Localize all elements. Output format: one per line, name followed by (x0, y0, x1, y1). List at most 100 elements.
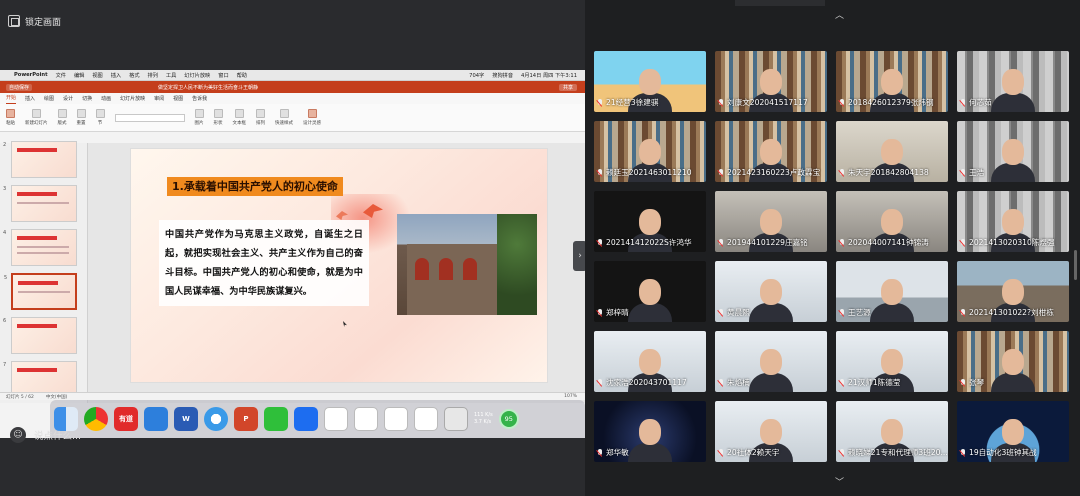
tab-insert[interactable]: 插入 (25, 95, 35, 104)
reset-button[interactable]: 重置 (76, 109, 86, 126)
menu-item[interactable]: 排列 (148, 72, 158, 79)
participant-name-tag: 朱焰楠 (718, 377, 750, 388)
safari-icon[interactable] (204, 407, 228, 431)
upload-speed: 111 K/s (474, 412, 493, 418)
tab-view[interactable]: 视图 (173, 95, 183, 104)
lock-screen-button[interactable]: 锁定画面 (8, 13, 61, 29)
menu-item[interactable]: 幻灯片放映 (184, 72, 210, 79)
chevron-down-icon[interactable]: ﹀ (835, 475, 844, 488)
participant-tile[interactable]: 202141301022?刘柑栋 (957, 261, 1069, 322)
participant-tile[interactable]: 202141412022S许鸿华 (594, 191, 706, 252)
menu-item[interactable]: 视图 (92, 72, 102, 79)
person-face (760, 69, 782, 95)
menu-item[interactable]: 工具 (166, 72, 176, 79)
tab-tell-me[interactable]: 告诉我 (192, 95, 207, 104)
shapes-button[interactable]: 形状 (213, 109, 223, 126)
participant-tile[interactable]: 202044007141钟锦涛 (836, 191, 948, 252)
menu-item[interactable]: 窗口 (218, 72, 228, 79)
quick-styles-button[interactable]: 快速样式 (275, 109, 293, 126)
slide-photo[interactable] (397, 214, 537, 315)
powerpoint-icon[interactable]: P (234, 407, 258, 431)
menu-item[interactable]: 文件 (56, 72, 66, 79)
language-indicator[interactable]: 中文(中国) (46, 394, 68, 400)
share-doc-button[interactable]: 共享 (558, 83, 577, 91)
participant-tile[interactable]: 沈家浩202043701117 (594, 331, 706, 392)
ribbon-label: 设计灵感 (303, 121, 321, 126)
document-icon[interactable] (384, 407, 408, 431)
section-button[interactable]: 节 (95, 109, 105, 126)
layout-button[interactable]: 版式 (57, 109, 67, 126)
participant-tile[interactable]: 朱天宇201842804138 (836, 121, 948, 182)
document-icon[interactable] (354, 407, 378, 431)
participant-tile[interactable]: 王艺源 (836, 261, 948, 322)
tab-draw[interactable]: 绘图 (44, 95, 54, 104)
participant-tile[interactable]: 201944101229庄嘉铭 (715, 191, 827, 252)
slide-title[interactable]: 1.承载着中国共产党人的初心使命 (167, 177, 343, 196)
trash-icon[interactable] (444, 407, 468, 431)
participant-tile[interactable]: 张琴 (957, 331, 1069, 392)
arrange-button[interactable]: 排列 (256, 109, 265, 126)
tab-home[interactable]: 开始 (6, 94, 17, 104)
textbox-icon (234, 109, 244, 118)
participant-name: 朱天宇201842804138 (848, 168, 929, 177)
meeting-app-icon[interactable] (294, 407, 318, 431)
participant-tile[interactable]: 朱焰楠 (715, 331, 827, 392)
menubar-app-name[interactable]: PowerPoint (14, 72, 48, 78)
participant-tile[interactable]: 黄晨熙 (715, 261, 827, 322)
current-slide[interactable]: 1.承载着中国共产党人的初心使命 中国共产党作为马克思主义政党，自诞生之日起，就… (130, 148, 548, 383)
wechat-icon[interactable] (264, 407, 288, 431)
participant-tile[interactable]: 21经营3徐建骐 (594, 51, 706, 112)
participant-tile[interactable]: 王浩 (957, 121, 1069, 182)
gallery-scrollbar[interactable] (1074, 250, 1077, 280)
slide-thumbnail[interactable]: 4 (3, 229, 77, 266)
word-icon[interactable]: W (174, 407, 198, 431)
participant-tile[interactable]: 2018426012379张炜钢 (836, 51, 948, 112)
participant-tile[interactable]: 20社体2赖天宇 (715, 401, 827, 462)
slide-thumbnail[interactable]: 6 (3, 317, 77, 354)
person-face (639, 419, 661, 445)
slide-body-text[interactable]: 中国共产党作为马克思主义政党，自诞生之日起，就把实现社会主义、共产主义作为自己的… (159, 220, 369, 306)
participant-tile[interactable]: 刘康文202041517117 (715, 51, 827, 112)
slide-thumbnail[interactable]: 3 (3, 185, 77, 222)
zoom-level[interactable]: 107% (564, 394, 585, 399)
slide-thumbnail[interactable]: 2 (3, 141, 77, 178)
font-family-select[interactable] (114, 113, 185, 122)
screenshot-icon[interactable] (414, 407, 438, 431)
tab-review[interactable]: 审阅 (154, 95, 164, 104)
participant-tile[interactable]: 21汉师1陈德莹 (836, 331, 948, 392)
tab-design[interactable]: 设计 (63, 95, 73, 104)
chat-input-bar[interactable]: ☺ 说点什么... (0, 424, 130, 446)
participant-tile[interactable]: 赖晓娣21专和代理师3班20... (836, 401, 948, 462)
slide-thumbnail-selected[interactable]: 5 (4, 273, 77, 310)
menu-item[interactable]: 插入 (111, 72, 121, 79)
participant-tile[interactable]: 2021413020310陈煜强 (957, 191, 1069, 252)
participant-tile[interactable]: 郑梓晴 (594, 261, 706, 322)
system-monitor-badge[interactable]: 95 (498, 409, 519, 429)
menubar-status[interactable]: 搜狗拼音 (492, 72, 513, 79)
new-slide-button[interactable]: 新建幻灯片 (25, 109, 48, 126)
textbox-button[interactable]: 文本框 (233, 109, 246, 126)
person-face (1002, 209, 1024, 235)
participant-tile[interactable]: 19自动化3班钟其战 (957, 401, 1069, 462)
participant-tile[interactable]: 何芯茹 (957, 51, 1069, 112)
mic-muted-icon (597, 168, 603, 177)
education-app-icon[interactable] (144, 407, 168, 431)
chevron-up-icon[interactable]: ︿ (835, 8, 844, 21)
participant-tile[interactable]: 赖廷玉2021463011210 (594, 121, 706, 182)
document-icon[interactable] (324, 407, 348, 431)
menu-item[interactable]: 格式 (129, 72, 139, 79)
participant-tile[interactable]: 郑华敏 (594, 401, 706, 462)
participant-name-tag: 黄晨熙 (718, 307, 750, 318)
designer-button[interactable]: 设计灵感 (303, 109, 321, 126)
chat-placeholder[interactable]: 说点什么... (34, 428, 81, 442)
picture-button[interactable]: 图片 (194, 109, 204, 126)
participant-tile[interactable]: 2021423160223卢政霖宝 (715, 121, 827, 182)
paste-button[interactable]: 粘贴 (6, 109, 15, 126)
tab-transitions[interactable]: 切换 (82, 95, 92, 104)
autosave-toggle[interactable]: 自动保存 (6, 83, 33, 91)
menu-item[interactable]: 编辑 (74, 72, 84, 79)
ribbon-label: 新建幻灯片 (25, 121, 48, 126)
tab-animations[interactable]: 动画 (101, 95, 111, 104)
tab-slideshow[interactable]: 幻灯片放映 (120, 95, 145, 104)
menu-item[interactable]: 帮助 (237, 72, 247, 79)
